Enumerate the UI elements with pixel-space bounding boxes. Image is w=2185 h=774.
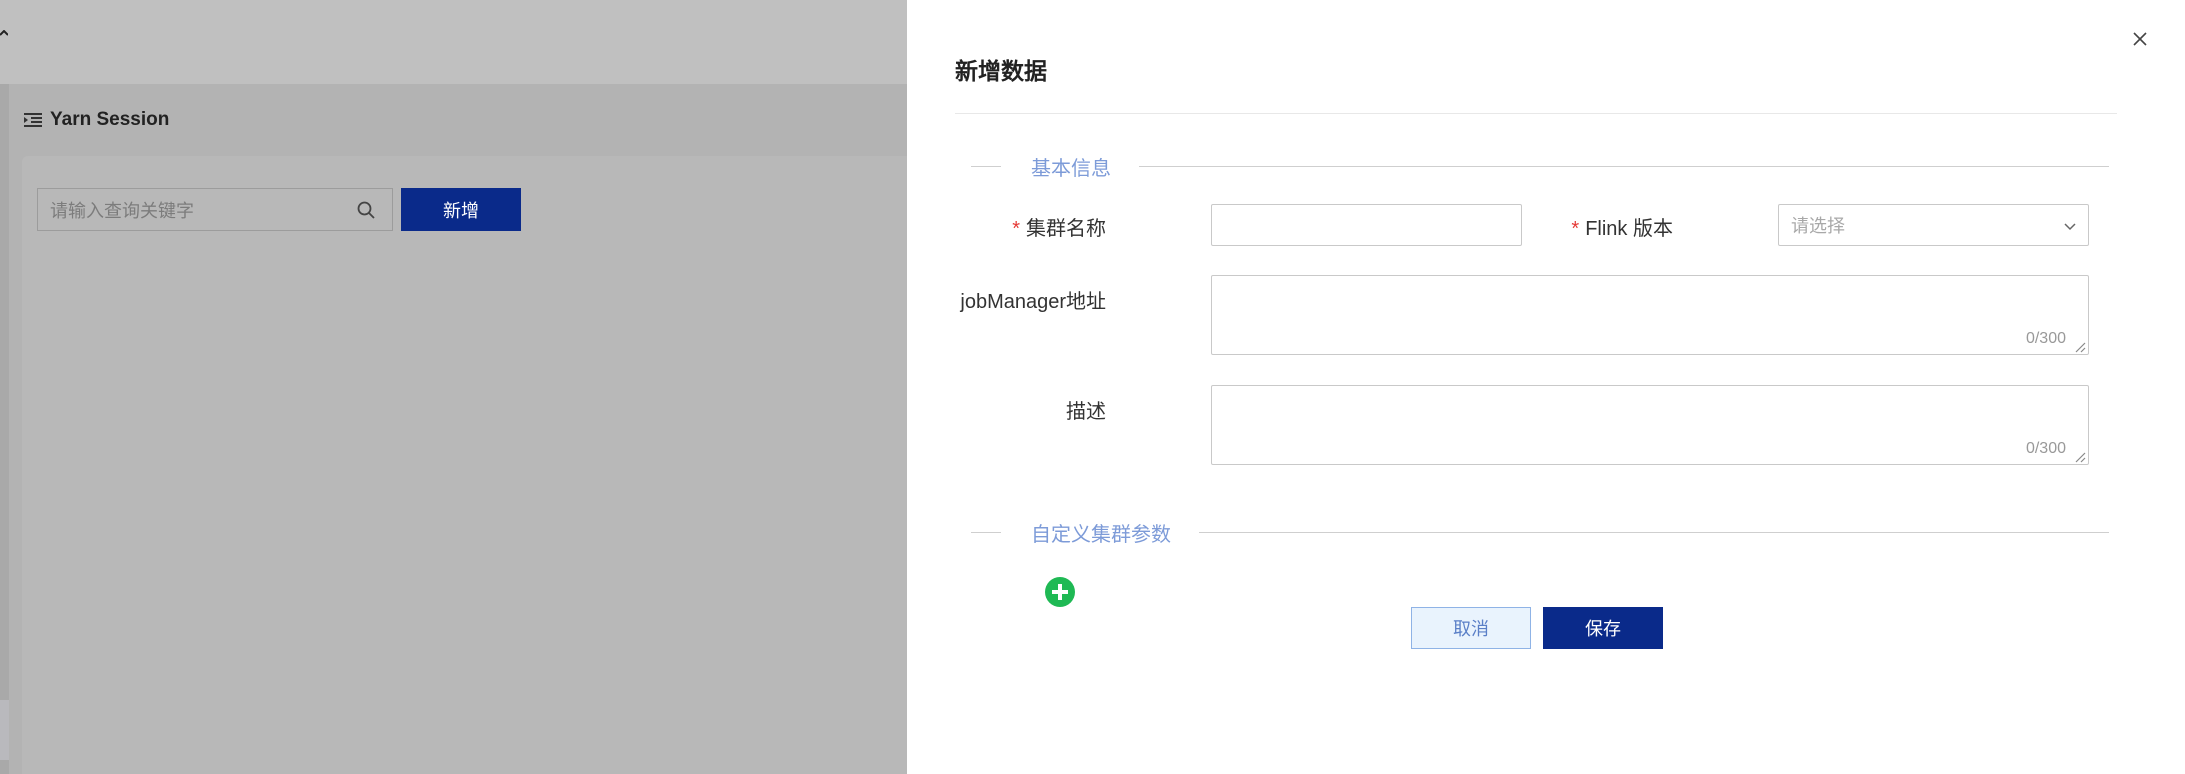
- top-navbar: [0, 0, 907, 84]
- resize-handle-icon[interactable]: [2074, 340, 2086, 353]
- caret-icon: [0, 29, 9, 47]
- required-mark: *: [1571, 218, 1580, 240]
- job-manager-textarea[interactable]: 0/300: [1211, 275, 2089, 355]
- section-custom-params: 自定义集群参数: [971, 520, 2109, 546]
- page-title: Yarn Session: [24, 108, 169, 132]
- close-icon[interactable]: [2129, 28, 2151, 50]
- sidebar-strip: [0, 84, 9, 774]
- add-data-drawer: 新增数据 基本信息 * 集群名称 * Flink 版本 请选择 jobManager…: [907, 0, 2185, 774]
- section-line-left: [971, 165, 1001, 167]
- add-button[interactable]: 新增: [401, 188, 521, 231]
- search-input[interactable]: 请输入查询关键字: [37, 188, 393, 231]
- cluster-name-label: * 集群名称: [1012, 212, 1106, 241]
- required-mark: *: [1012, 218, 1020, 240]
- menu-fold-icon[interactable]: [24, 112, 42, 128]
- chevron-down-icon: [2062, 218, 2078, 234]
- cancel-button[interactable]: 取消: [1411, 607, 1531, 649]
- section-basic-label: 基本信息: [1031, 157, 1111, 180]
- add-param-icon[interactable]: [1045, 577, 1075, 607]
- section-custom-label: 自定义集群参数: [1031, 523, 1171, 546]
- flink-version-placeholder: 请选择: [1791, 216, 1845, 236]
- cluster-name-input[interactable]: [1211, 204, 1522, 246]
- search-placeholder: 请输入查询关键字: [50, 200, 194, 221]
- title-divider: [955, 113, 2117, 114]
- description-textarea[interactable]: 0/300: [1211, 385, 2089, 465]
- drawer-title: 新增数据: [955, 58, 1047, 84]
- flink-version-label-text: Flink 版本: [1585, 218, 1673, 240]
- section-basic-info: 基本信息: [971, 154, 2109, 180]
- section-line-right: [1199, 531, 2109, 533]
- save-button[interactable]: 保存: [1543, 607, 1663, 649]
- search-icon[interactable]: [356, 200, 376, 220]
- page-title-text: Yarn Session: [50, 109, 170, 130]
- cluster-name-label-text: 集群名称: [1026, 218, 1106, 240]
- section-line-left: [971, 531, 1001, 533]
- sidebar-active-block: [0, 700, 9, 760]
- job-manager-counter: 0/300: [2025, 330, 2066, 347]
- content-card: [22, 156, 907, 774]
- resize-handle-icon[interactable]: [2074, 450, 2086, 463]
- description-counter: 0/300: [2025, 440, 2066, 457]
- description-label: 描述: [1066, 401, 1106, 423]
- section-line-right: [1139, 165, 2109, 167]
- job-manager-label: jobManager地址: [960, 291, 1106, 313]
- flink-version-label: * Flink 版本: [1571, 212, 1673, 241]
- flink-version-select[interactable]: 请选择: [1778, 204, 2089, 246]
